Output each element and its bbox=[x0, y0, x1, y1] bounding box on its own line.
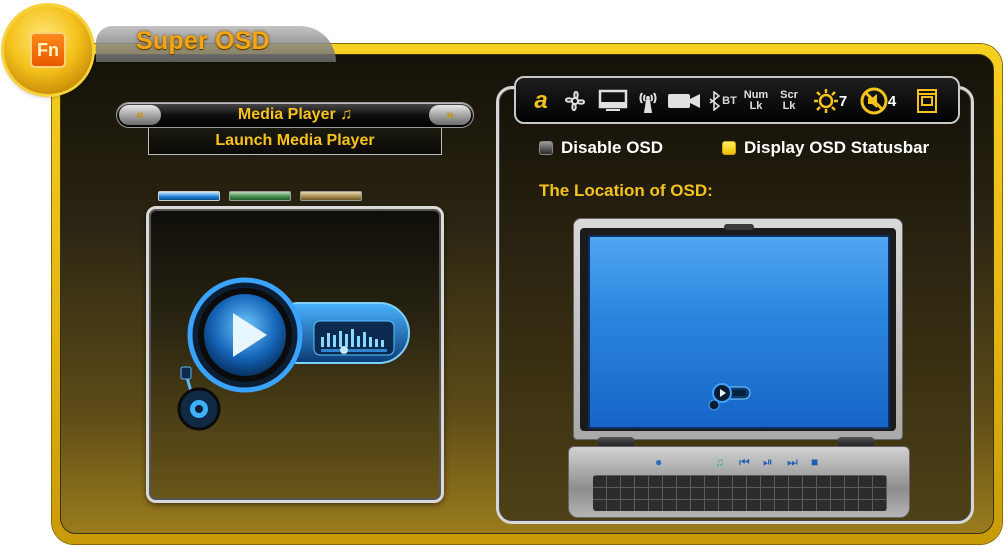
double-chevron-right-icon: » bbox=[446, 106, 454, 122]
disable-osd-checkbox[interactable] bbox=[539, 141, 553, 155]
fn-logo-label: Fn bbox=[30, 32, 66, 68]
osd-icon-toolbar: a BT Num Lk Scr Lk 7 4 bbox=[514, 76, 960, 124]
brightness-value: 7 bbox=[838, 92, 848, 110]
fan-icon[interactable] bbox=[560, 88, 590, 114]
osd-position-marker-icon[interactable] bbox=[708, 379, 756, 411]
next-track-key-icon: ⏭ bbox=[787, 455, 798, 469]
laptop-base: ● ♫ ⏮ ⏯ ⏭ ■ bbox=[568, 446, 910, 518]
media-player-widget-icon bbox=[177, 277, 410, 431]
bluetooth-icon[interactable]: BT bbox=[706, 88, 740, 114]
laptop-camera bbox=[724, 224, 754, 230]
osd-location-preview: ● ♫ ⏮ ⏯ ⏭ ■ bbox=[568, 218, 910, 518]
prev-track-key-icon: ⏮ bbox=[739, 455, 750, 469]
color-tab-tan[interactable] bbox=[300, 191, 362, 201]
disable-osd-label: Disable OSD bbox=[561, 138, 664, 157]
osd-style-preview bbox=[146, 206, 444, 503]
display-switch-icon[interactable] bbox=[596, 88, 630, 114]
logo-a-text: a bbox=[534, 87, 548, 114]
touchpad-icon[interactable] bbox=[912, 88, 942, 114]
launch-media-player-button[interactable]: Launch Media Player bbox=[148, 128, 442, 155]
disable-osd-option[interactable]: Disable OSD bbox=[539, 137, 663, 159]
mute-icon[interactable]: 4 bbox=[854, 87, 902, 115]
scroll-lock-indicator[interactable]: Scr Lk bbox=[774, 88, 804, 114]
wireless-icon[interactable] bbox=[634, 88, 662, 114]
music-key-icon: ♫ bbox=[715, 455, 724, 469]
stop-key-icon: ■ bbox=[811, 455, 819, 469]
function-selector: « Media Player ♫ » bbox=[116, 102, 474, 128]
logo-a-icon[interactable]: a bbox=[530, 88, 552, 114]
num-lock-indicator[interactable]: Num Lk bbox=[740, 88, 772, 114]
play-pause-key-icon: ⏯ bbox=[763, 455, 773, 469]
webcam-icon[interactable] bbox=[666, 88, 702, 114]
brightness-icon[interactable]: 7 bbox=[808, 88, 852, 114]
function-selector-label: Media Player ♫ bbox=[237, 106, 353, 123]
display-statusbar-label: Display OSD Statusbar bbox=[744, 138, 930, 157]
num-lock-line2: Lk bbox=[749, 100, 763, 112]
display-statusbar-option[interactable]: Display OSD Statusbar bbox=[722, 137, 929, 159]
laptop-keyboard bbox=[593, 475, 887, 511]
scroll-lock-line2: Lk bbox=[782, 100, 796, 112]
bluetooth-label: BT bbox=[722, 95, 737, 107]
next-function-button[interactable]: » bbox=[429, 105, 471, 125]
laptop-lid bbox=[573, 218, 903, 440]
osd-position-screen[interactable] bbox=[588, 235, 890, 429]
volume-value: 4 bbox=[887, 92, 897, 110]
color-tab-green[interactable] bbox=[229, 191, 291, 201]
fn-logo-icon: Fn bbox=[4, 6, 92, 94]
power-led-icon: ● bbox=[655, 455, 663, 469]
app-title: Super OSD bbox=[136, 27, 270, 55]
osd-location-label: The Location of OSD: bbox=[539, 181, 713, 200]
color-tab-blue[interactable] bbox=[158, 191, 220, 201]
display-statusbar-checkbox[interactable] bbox=[722, 141, 736, 155]
